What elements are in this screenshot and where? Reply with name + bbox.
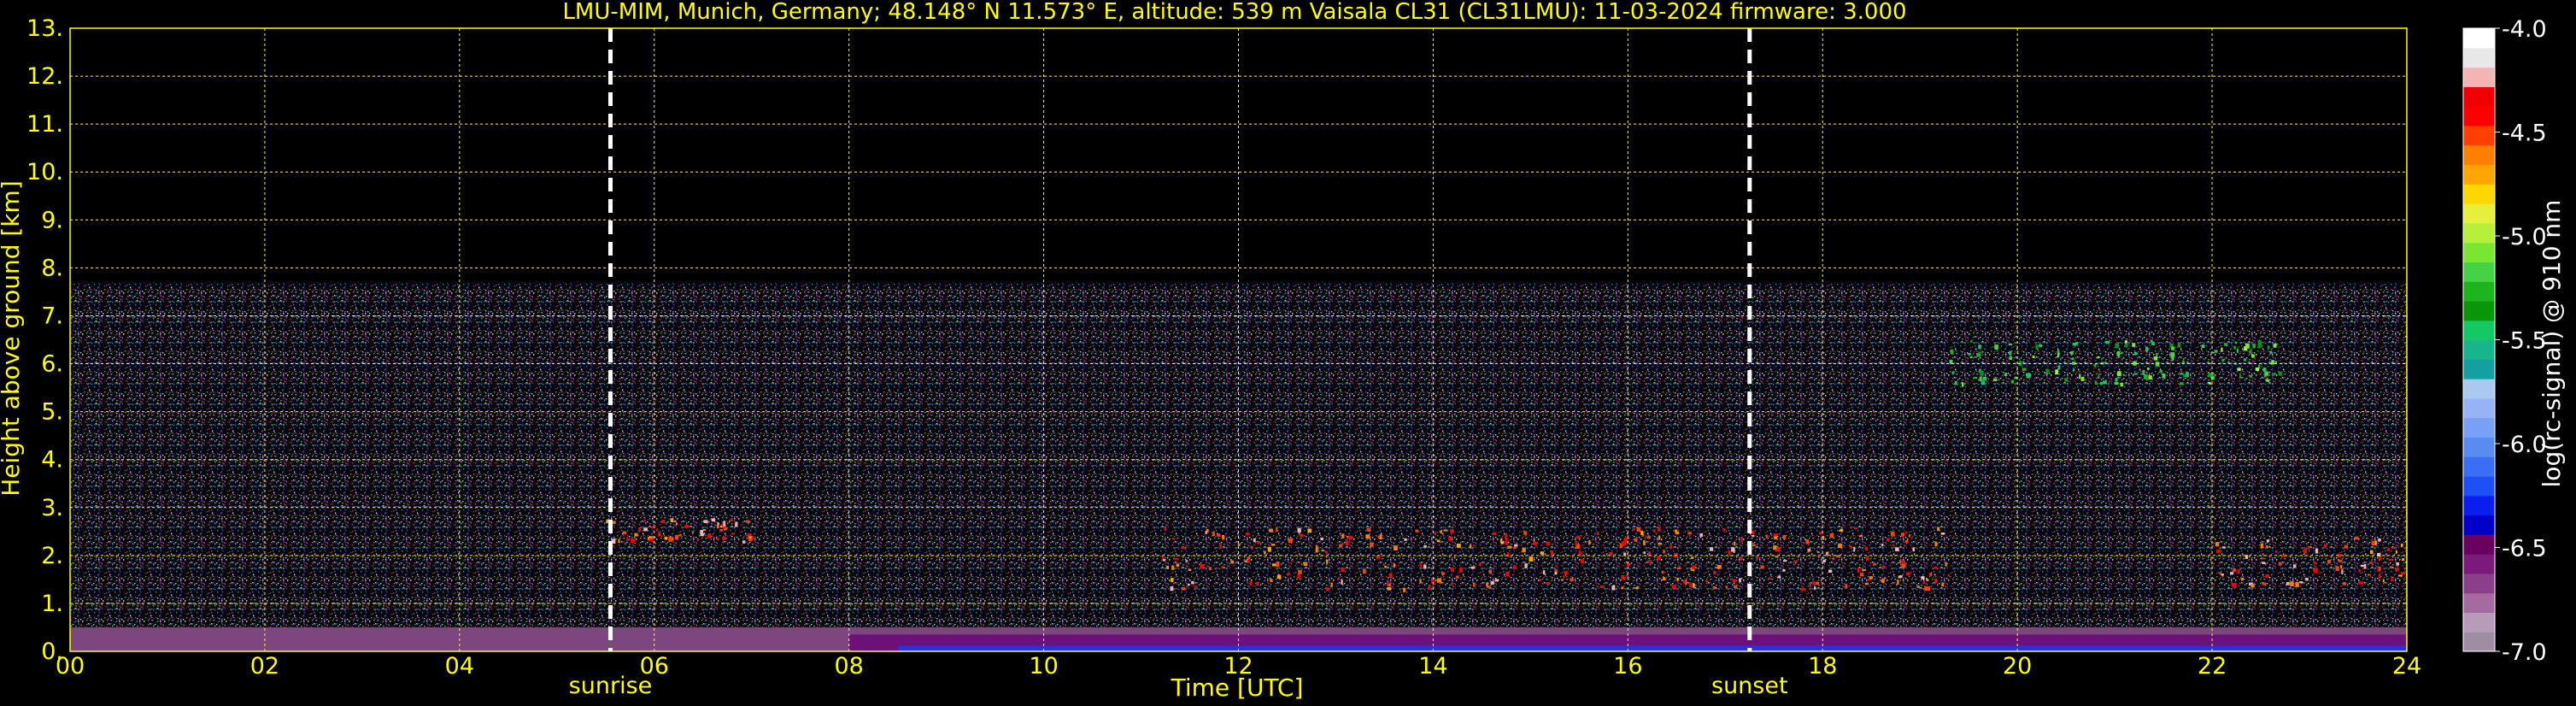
y-tick-label: 7.: [41, 303, 63, 329]
x-tick-label: 14: [1418, 653, 1447, 680]
y-tick-label: 12.: [26, 63, 63, 90]
colorbar-swatch: [2463, 164, 2495, 185]
colorbar-tick-label: -4.5: [2502, 121, 2547, 147]
colorbar-swatch: [2463, 456, 2495, 477]
ceilometer-chart: sunrise sunset 00 02 04 06 08 10 12 14 16 18 20 22 24…: [0, 0, 2576, 706]
x-axis-label: Time [UTC]: [1171, 674, 1304, 702]
y-tick-label: 2.: [41, 543, 63, 569]
colorbar-swatch: [2463, 300, 2495, 321]
colorbar-swatch: [2463, 184, 2495, 204]
colorbar-swatch: [2463, 515, 2495, 535]
y-tick-label: 9.: [41, 207, 63, 233]
y-tick-label: 13.: [26, 15, 63, 42]
colorbar-swatch: [2463, 281, 2495, 302]
colorbar-swatch: [2463, 554, 2495, 574]
colorbar-swatch: [2463, 106, 2495, 126]
chart-title: LMU-MIM, Munich, Germany; 48.148° N 11.5…: [562, 0, 1906, 25]
y-tick-label: 0.: [41, 638, 63, 665]
x-tick-label: 16: [1613, 653, 1642, 680]
colorbar-swatch: [2463, 417, 2495, 438]
colorbar-swatch: [2463, 592, 2495, 614]
y-tick-label: 3.: [41, 495, 63, 521]
x-tick-label: 02: [250, 653, 279, 680]
colorbar-swatch: [2463, 495, 2495, 516]
colorbar-tick-label: -4.0: [2502, 16, 2547, 43]
colorbar-swatch: [2463, 47, 2495, 68]
colorbar-swatch: [2463, 262, 2495, 282]
colorbar-swatch: [2463, 534, 2495, 555]
y-axis-label: Height above ground [km]: [0, 180, 25, 497]
y-tick-label: 5.: [41, 399, 63, 426]
colorbar-swatch: [2463, 339, 2495, 360]
x-tick-label: 04: [445, 653, 474, 680]
y-tick-label: 10.: [26, 159, 63, 185]
colorbar-swatch: [2463, 86, 2495, 107]
x-tick-label: 22: [2198, 653, 2227, 680]
sunset-label: sunset: [1711, 673, 1788, 699]
colorbar-swatch: [2463, 359, 2495, 379]
colorbar-swatch: [2463, 612, 2495, 632]
colorbar-tick-label: -6.5: [2502, 536, 2547, 562]
colorbar-swatch: [2463, 203, 2495, 224]
y-tick-label: 6.: [41, 351, 63, 378]
x-tick-label: 08: [834, 653, 863, 680]
colorbar-swatch: [2463, 67, 2495, 87]
y-tick-label: 1.: [41, 591, 63, 617]
colorbar-swatch: [2463, 573, 2495, 594]
colorbar-label: log(rc-signal) @ 910 nm: [2538, 200, 2566, 488]
colorbar-swatch: [2463, 632, 2495, 652]
x-tick-label: 18: [1808, 653, 1837, 680]
colorbar-swatch: [2463, 222, 2495, 244]
colorbar-swatch: [2463, 125, 2495, 146]
colorbar-swatch: [2463, 320, 2495, 341]
colorbar-swatch: [2463, 437, 2495, 457]
colorbar-swatch: [2463, 379, 2495, 399]
x-tick-label: 20: [2003, 653, 2032, 680]
colorbar-swatch: [2463, 242, 2495, 262]
colorbar-tick-label: -7.0: [2502, 639, 2547, 666]
x-tick-label: 24: [2392, 653, 2421, 680]
x-tick-label: 06: [640, 653, 669, 680]
colorbar-swatch: [2463, 475, 2495, 497]
x-tick-label: 10: [1029, 653, 1058, 680]
y-tick-label: 4.: [41, 447, 63, 474]
colorbar-swatch: [2463, 28, 2495, 49]
colorbar-swatch: [2463, 397, 2495, 419]
y-tick-label: 8.: [41, 255, 63, 281]
colorbar-swatch: [2463, 144, 2495, 166]
y-tick-label: 11.: [26, 111, 63, 138]
